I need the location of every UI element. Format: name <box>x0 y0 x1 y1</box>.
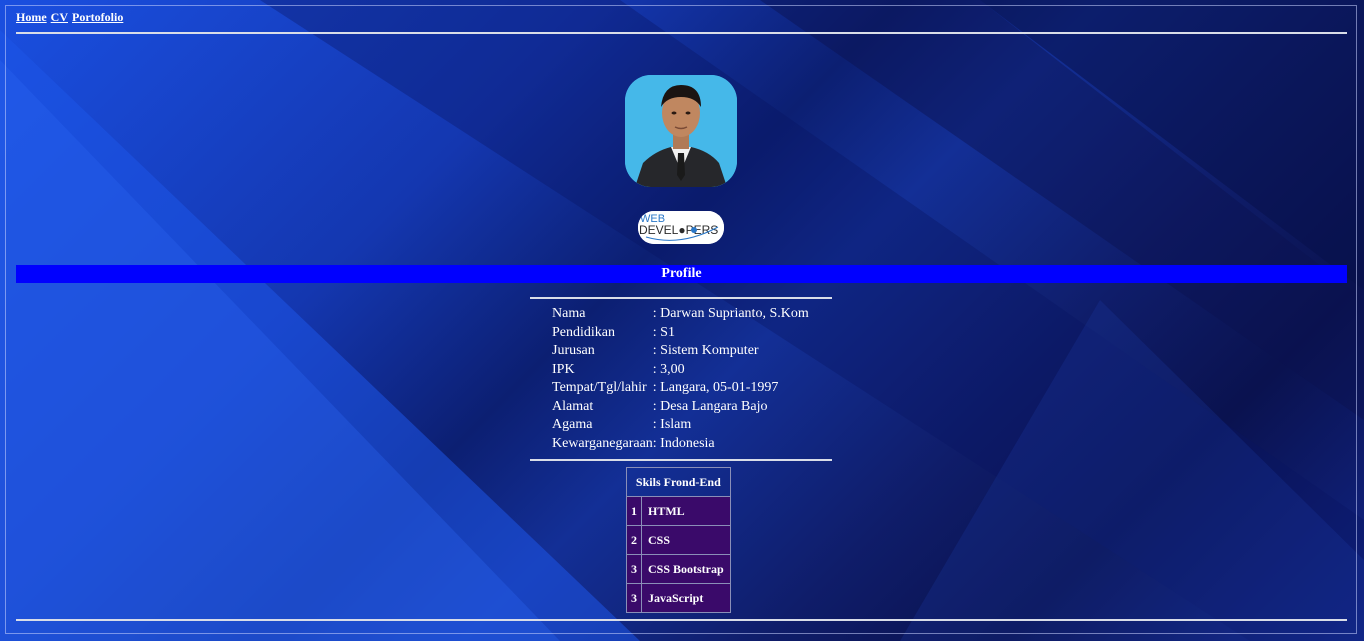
profile-info-row: Alamat : Desa Langara Bajo <box>552 398 809 417</box>
profile-heading-bar: Profile <box>16 265 1347 283</box>
profile-info-row: IPK : 3,00 <box>552 361 809 380</box>
skill-name: CSS Bootstrap <box>641 554 731 584</box>
profile-info-value: : Desa Langara Bajo <box>652 398 768 414</box>
profile-info-table: Nama : Darwan Suprianto, S.Kom Pendidikan:… <box>552 305 809 453</box>
skill-name: CSS <box>641 525 731 555</box>
skill-number: 1 <box>626 496 642 526</box>
skill-number: 2 <box>626 525 642 555</box>
profile-info-value: : S1 <box>652 324 675 340</box>
profile-info-value: : 3,00 <box>652 361 685 377</box>
nav-cv-link[interactable]: CV <box>51 10 68 24</box>
skills-row: 3 CSS Bootstrap <box>626 554 731 584</box>
profile-info-value: : Sistem Komputer <box>652 343 759 358</box>
profile-info-row: Nama : Darwan Suprianto, S.Kom <box>552 305 809 324</box>
skills-header: Skils Frond-End <box>626 467 731 497</box>
profile-info-row: Pendidikan : S1 <box>552 324 809 343</box>
profile-info-label: Jurusan <box>552 343 595 358</box>
profile-info-row: Jurusan : Sistem Komputer <box>552 342 809 361</box>
skill-name: JavaScript <box>641 583 731 613</box>
top-divider <box>16 32 1347 34</box>
profile-info-label: Pendidikan <box>552 324 615 340</box>
profile-info-label: Kewarganegaraan <box>552 435 653 451</box>
profile-info-value: : Indonesia <box>652 435 715 451</box>
profile-divider-top <box>530 297 832 299</box>
skill-number: 3 <box>626 583 642 613</box>
nav-home-link[interactable]: Home <box>16 10 47 24</box>
profile-info-row: Kewarganegaraan: Indonesia <box>552 435 809 454</box>
profile-info-label: Tempat/Tgl/lahir <box>552 380 647 395</box>
skills-table: Skils Frond-End 1 HTML 2 CSS 3 CSS Bootstrap 3… <box>626 467 731 613</box>
profile-title: Profile <box>661 266 702 281</box>
profile-info-row: Agama : Islam <box>552 416 809 435</box>
top-nav: Home CV Portofolio <box>16 10 124 25</box>
skills-row: 1 HTML <box>626 496 731 526</box>
web-developers-logo: WEB DEVEL●PERS <box>638 211 724 244</box>
profile-photo <box>625 75 737 187</box>
bottom-divider <box>16 619 1347 621</box>
profile-info-value: : Langara, 05-01-1997 <box>652 380 779 395</box>
skill-number: 3 <box>626 554 642 584</box>
profile-info-value: : Darwan Suprianto, S.Kom <box>652 306 809 321</box>
profile-info-row: Tempat/Tgl/lahir : Langara, 05-01-1997 <box>552 379 809 398</box>
nav-portfolio-link[interactable]: Portofolio <box>72 10 123 24</box>
skills-row: 2 CSS <box>626 525 731 555</box>
profile-info-label: Alamat <box>552 398 594 414</box>
svg-text:DEVEL●PERS: DEVEL●PERS <box>639 223 718 237</box>
profile-info-value: : Islam <box>652 417 692 432</box>
skills-row: 3 JavaScript <box>626 583 731 613</box>
profile-info-label: Nama <box>552 306 586 321</box>
profile-info-label: Agama <box>552 417 593 432</box>
profile-info-label: IPK <box>552 361 575 377</box>
profile-divider-bottom <box>530 459 832 461</box>
skill-name: HTML <box>641 496 731 526</box>
